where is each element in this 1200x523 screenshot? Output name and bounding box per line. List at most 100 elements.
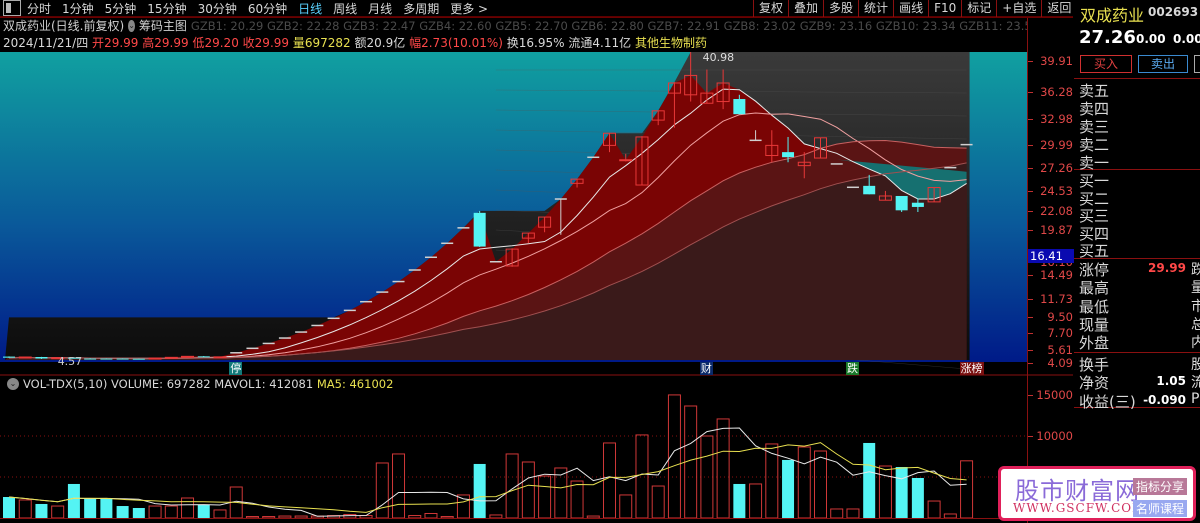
stat-tail-label: 市: [1191, 298, 1200, 315]
axis-tick: [1028, 119, 1033, 121]
price-tick-label: 11.73: [1040, 291, 1073, 306]
axis-tick: [1028, 395, 1033, 396]
volume-bar: [782, 459, 795, 518]
volume-bar: [51, 505, 65, 519]
candle-body: [35, 357, 48, 359]
chevron-down-icon[interactable]: ⌄: [7, 378, 19, 390]
candle: [132, 358, 145, 360]
volume-bar: [132, 507, 145, 518]
volume-bar: [100, 498, 113, 518]
candle-body: [116, 358, 129, 360]
price-tick-label: 24.53: [1040, 183, 1073, 198]
axis-tick: [1028, 61, 1033, 62]
candle: [18, 356, 32, 359]
axis-tick: [1028, 144, 1033, 146]
candle-body: [733, 99, 746, 115]
volume-bar: [927, 500, 941, 519]
candle-body: [473, 212, 486, 247]
watermark-url: WWW.GSCFW.COM: [1013, 501, 1146, 515]
stat-tail-label: 股: [1191, 357, 1200, 373]
candle-body: [100, 358, 113, 360]
event-marker[interactable]: 涨榜: [959, 362, 984, 375]
volume-bar: [797, 446, 811, 519]
watermark-tag-2: 名师课程: [1133, 500, 1188, 517]
stat-label: 外盘: [1079, 334, 1110, 353]
price-tick-label: 4.09: [1047, 356, 1073, 370]
volume-bar: [960, 460, 974, 519]
volume-bar: [570, 480, 584, 519]
stat-tail-label: 流: [1191, 375, 1200, 392]
volume-bar: [830, 508, 844, 519]
price-tick-label: 36.28: [1040, 84, 1073, 99]
kline-chart[interactable]: [0, 0, 1073, 523]
volume-bar: [116, 506, 129, 518]
volume-ma5-line: [8, 427, 967, 517]
axis-tick: [1028, 167, 1033, 169]
candle-body: [895, 195, 908, 211]
price-tick-label: 39.91: [1040, 54, 1073, 68]
volume-bar: [84, 498, 97, 518]
axis-tick: [1028, 317, 1033, 319]
volume-bar: [408, 515, 422, 519]
candle: [895, 195, 908, 212]
cursor-price-label: 16.41: [1028, 249, 1074, 264]
event-marker[interactable]: 跌: [845, 362, 859, 375]
price-tick-label: 29.99: [1040, 137, 1073, 152]
volume-bar: [343, 513, 357, 519]
axis-tick: [1028, 91, 1033, 93]
price-tick-label: 14.49: [1040, 268, 1073, 283]
axis-tick: [1028, 363, 1033, 364]
volume-bar: [262, 516, 276, 519]
axis-tick: [1028, 436, 1033, 437]
stat-tail-label: P: [1191, 390, 1200, 407]
buy-button[interactable]: 买入: [1080, 55, 1132, 73]
volume-bar: [521, 461, 535, 519]
more-button[interactable]: [1194, 55, 1200, 73]
stock-name: 双成药业: [1080, 6, 1145, 25]
volume-bar: [603, 442, 617, 519]
event-marker[interactable]: 停: [229, 362, 243, 375]
candle: [473, 210, 486, 247]
candle-body: [18, 356, 32, 359]
volume-bar: [716, 418, 730, 519]
price-tick-label: 32.98: [1040, 112, 1073, 127]
candle-body: [3, 356, 15, 358]
watermark: 股市财富网 WWW.GSCFW.COM 指标分享 名师课程: [998, 466, 1196, 521]
mavol1-value: MAVOL1: 412081: [214, 377, 314, 391]
volume-bar: [278, 515, 292, 519]
volume-indicator-name[interactable]: VOL-TDX(5,10): [23, 377, 107, 391]
bid-row-label: 买五: [1079, 242, 1110, 260]
volume-bar: [586, 515, 600, 519]
volume-bar: [424, 512, 438, 519]
volume-bar: [814, 450, 827, 519]
volume-legend: ⌄ VOL-TDX(5,10) VOLUME: 697282 MAVOL1: 4…: [3, 377, 393, 391]
volume-value: VOLUME: 697282: [111, 377, 211, 391]
price-tick-label: 9.50: [1047, 310, 1073, 325]
volume-bar: [294, 515, 308, 519]
candle: [116, 358, 129, 360]
volume-tick-label: 15000: [1036, 388, 1073, 402]
stat-tail-label: 量: [1191, 280, 1200, 297]
event-marker[interactable]: 财: [699, 362, 713, 375]
volume-bar: [18, 499, 32, 519]
volume-bar: [878, 465, 892, 519]
volume-bar: [911, 477, 924, 518]
axis-tick: [1028, 275, 1033, 277]
ma5-value: MA5: 461002: [316, 377, 394, 391]
stock-code: 002693: [1148, 5, 1199, 19]
candle-body: [197, 356, 210, 358]
sell-button[interactable]: 卖出: [1138, 55, 1188, 73]
volume-bar: [440, 516, 454, 519]
volume-bar: [538, 475, 552, 519]
volume-bar: [895, 466, 908, 518]
quote-panel: 双成药业 002693 27.26 0.00 0.00% 买入 卖出 卖五卖四卖…: [1074, 0, 1200, 523]
volume-bar: [863, 442, 876, 518]
axis-tick: [1028, 332, 1033, 334]
candle-body: [213, 356, 227, 359]
volume-bar: [619, 494, 633, 519]
last-price: 27.26: [1079, 27, 1136, 48]
volume-bar: [700, 435, 714, 519]
volume-bar: [245, 516, 259, 519]
low-price-label: 4.57: [57, 354, 83, 368]
axis-tick: [1028, 298, 1033, 300]
